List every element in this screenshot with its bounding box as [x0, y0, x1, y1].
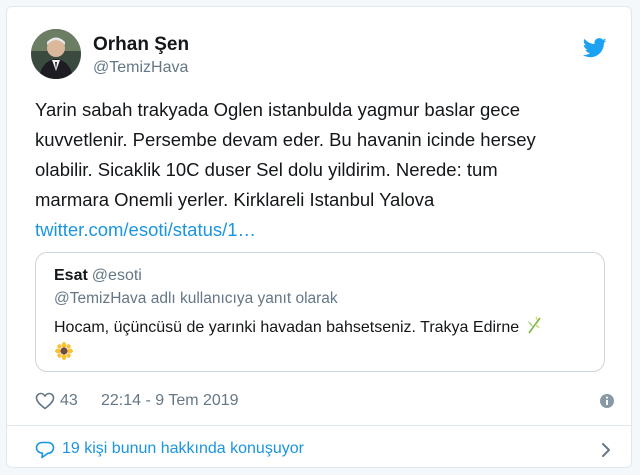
author-name[interactable]: Orhan Şen — [93, 34, 189, 56]
quoted-tweet-text-block: Hocam, üçüncüsü de yarınki havadan bahse… — [54, 316, 594, 362]
quoted-author-handle: @esoti — [91, 267, 142, 284]
herb-emoji-icon — [528, 316, 541, 334]
tweet-timestamp[interactable]: 22:14 - 9 Tem 2019 — [101, 392, 239, 410]
heart-icon[interactable] — [35, 392, 55, 410]
quoted-tweet[interactable]: Esat @esoti @TemizHava adlı kullanıcıya y… — [35, 252, 605, 372]
tweet-body: Yarin sabah trakyada Oglen istanbulda ya… — [35, 95, 595, 245]
chevron-right-icon — [602, 443, 610, 457]
quoted-author: Esat @esoti — [54, 267, 142, 285]
quoted-tweet-text: Hocam, üçüncüsü de yarınki havadan bahse… — [54, 319, 520, 336]
info-icon[interactable] — [599, 393, 615, 409]
tweet-header: Orhan Şen @TemizHava — [31, 29, 611, 83]
like-count[interactable]: 43 — [60, 392, 78, 410]
quoted-author-name: Esat — [54, 267, 88, 284]
speech-bubble-icon — [35, 441, 55, 459]
author-handle[interactable]: @TemizHava — [93, 59, 188, 77]
tweet-text-line: marmara Onemli yerler. Kirklareli Istanb… — [35, 189, 435, 210]
conversation-link[interactable]: 19 kişi bunun hakkında konuşuyor — [35, 439, 615, 463]
tweet-text-line: kuvvetlenir. Persembe devam eder. Bu hav… — [35, 129, 536, 150]
embedded-tweet-card: Orhan Şen @TemizHava Yarin sabah trakyad… — [6, 6, 632, 468]
tweet-text-line: Yarin sabah trakyada Oglen istanbulda ya… — [35, 99, 521, 120]
avatar-photo — [31, 29, 81, 79]
tweet-link[interactable]: twitter.com/esoti/status/1… — [35, 215, 595, 245]
tweet-text-line: olabilir. Sicaklik 10C duser Sel dolu yi… — [35, 159, 498, 180]
divider — [7, 425, 631, 426]
reply-context: @TemizHava adlı kullanıcıya yanıt olarak — [54, 290, 338, 307]
tweet-meta: 43 22:14 - 9 Tem 2019 — [35, 390, 615, 414]
twitter-bird-icon[interactable] — [583, 37, 607, 59]
author-avatar[interactable] — [31, 29, 81, 79]
sunflower-emoji-icon — [55, 342, 73, 360]
conversation-count-text: 19 kişi bunun hakkında konuşuyor — [62, 440, 304, 457]
